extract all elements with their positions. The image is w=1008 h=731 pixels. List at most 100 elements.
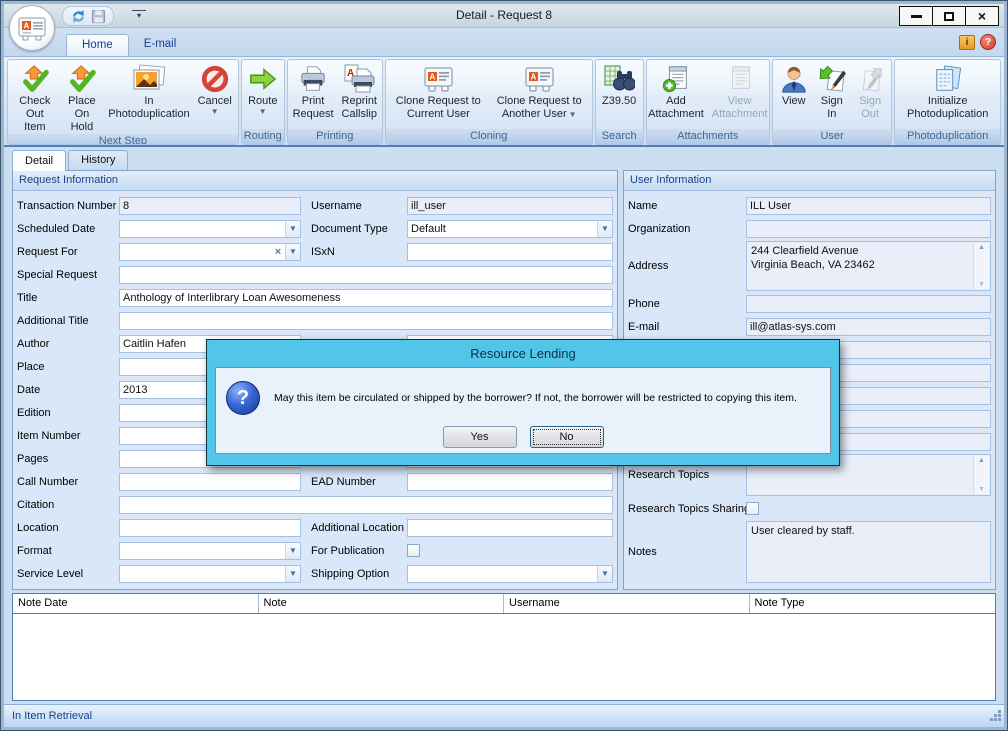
yes-button[interactable]: Yes [443,426,517,448]
ribbon-group-attachments: Add Attachment View Attachment Attachmen… [646,59,770,145]
scrollbar[interactable]: ▲ ▼ [973,456,989,494]
clone-request-another-user-button[interactable]: A Clone Request to Another User▼ [489,61,590,129]
scroll-down-icon[interactable]: ▼ [974,281,989,288]
view-user-button[interactable]: View [775,61,813,129]
field-label: Name [628,200,746,212]
tab-detail[interactable]: Detail [12,150,66,171]
document-type-combobox[interactable]: Default ▼ [407,220,613,238]
dropdown-arrow-icon[interactable]: ▼ [597,566,612,582]
service-level-combobox[interactable]: ▼ [119,565,301,583]
sync-button[interactable] [69,8,87,24]
place-on-hold-button[interactable]: Place On Hold [60,61,105,134]
cancel-button[interactable]: Cancel ▼ [194,61,236,134]
field-label: Transaction Number [17,200,119,212]
minimize-button[interactable] [899,6,933,26]
view-attachment-button[interactable]: View Attachment [708,61,770,129]
field-row: Address 244 Clearfield Avenue Virginia B… [628,240,991,292]
field-row: Transaction Number 8 Username ill_user [17,194,613,217]
tab-home[interactable]: Home [66,34,129,56]
special-request-field[interactable] [119,266,613,284]
scrollbar[interactable]: ▲ ▼ [973,243,989,289]
route-button[interactable]: Route ▼ [244,61,282,129]
dropdown-arrow-icon[interactable]: ▼ [285,566,300,582]
dropdown-arrow-icon[interactable]: ▼ [285,244,300,260]
field-label: Format [17,545,119,557]
clear-icon[interactable]: × [271,246,285,258]
notes-textarea[interactable]: User cleared by staff. [746,521,991,583]
cancel-icon [200,63,230,95]
check-out-item-button[interactable]: Check Out Item [10,61,60,134]
additional-title-field[interactable] [119,312,613,330]
clone-icon: A [421,63,455,95]
close-button[interactable]: × [965,6,999,26]
organization-field[interactable] [746,220,991,238]
notes-table-header: Note Date Note Username Note Type [13,594,995,614]
call-number-field[interactable] [119,473,301,491]
app-menu-button[interactable]: A [9,5,55,51]
initialize-photoduplication-button[interactable]: Initialize Photoduplication [897,61,998,129]
in-photoduplication-button[interactable]: In Photoduplication [104,61,193,134]
field-label: E-mail [628,321,746,333]
no-button[interactable]: No [530,426,604,448]
for-publication-checkbox[interactable] [407,544,420,557]
sign-out-icon [855,63,885,95]
scroll-up-icon[interactable]: ▲ [974,244,989,251]
panel-title: User Information [624,171,995,191]
save-button[interactable] [89,8,107,24]
research-topics-sharing-checkbox[interactable] [746,502,759,515]
isxn-field[interactable] [407,243,613,261]
note-type-column-header[interactable]: Note Type [750,594,996,613]
tab-email[interactable]: E-mail [129,34,192,56]
close-icon: × [978,11,986,21]
phone-field[interactable] [746,295,991,313]
maximize-icon [944,12,954,21]
help-icon[interactable]: ? [980,34,996,50]
sign-out-button[interactable]: Sign Out [851,61,890,129]
request-for-combobox[interactable]: × ▼ [119,243,301,261]
transaction-number-field[interactable]: 8 [119,197,301,215]
question-icon: ? [226,381,260,415]
citation-field[interactable] [119,496,613,514]
format-combobox[interactable]: ▼ [119,542,301,560]
tab-history[interactable]: History [68,150,128,170]
hold-icon [67,63,97,95]
minimize-icon [911,15,922,18]
username-column-header[interactable]: Username [504,594,750,613]
z3950-search-button[interactable]: Z39.50 [598,61,641,129]
clone-request-current-user-button[interactable]: A Clone Request to Current User [388,61,489,129]
name-field[interactable]: ILL User [746,197,991,215]
info-pin-icon[interactable]: i [959,35,975,50]
sign-in-button[interactable]: Sign In [813,61,851,129]
ribbon-group-next-step: Check Out Item Place On Hold [7,59,239,145]
qat-customize-button[interactable]: ▾ [132,10,146,21]
location-field[interactable] [119,519,301,537]
sync-icon [71,9,86,24]
notes-table-body[interactable] [13,614,995,700]
title-field[interactable]: Anthology of Interlibrary Loan Awesomene… [119,289,613,307]
chevron-down-icon: ▼ [211,108,219,115]
field-label: Organization [628,223,746,235]
add-attachment-button[interactable]: Add Attachment [646,61,708,129]
reprint-callslip-button[interactable]: A Reprint Callslip [338,61,381,129]
shipping-option-combobox[interactable]: ▼ [407,565,613,583]
field-row: Location Additional Location [17,516,613,539]
dropdown-arrow-icon[interactable]: ▼ [285,543,300,559]
resize-grip[interactable] [989,709,1002,725]
maximize-button[interactable] [932,6,966,26]
note-date-column-header[interactable]: Note Date [13,594,259,613]
scheduled-date-combobox[interactable]: ▼ [119,220,301,238]
scroll-down-icon[interactable]: ▼ [974,486,989,493]
address-textarea[interactable]: 244 Clearfield Avenue Virginia Beach, VA… [746,241,991,291]
note-column-header[interactable]: Note [259,594,505,613]
field-row: Notes User cleared by staff. [628,520,991,584]
resize-grip-icon [989,709,1002,722]
username-field[interactable]: ill_user [407,197,613,215]
ead-number-field[interactable] [407,473,613,491]
status-text: In Item Retrieval [12,710,92,722]
print-request-button[interactable]: Print Request [289,61,338,129]
email-field[interactable]: ill@atlas-sys.com [746,318,991,336]
dropdown-arrow-icon[interactable]: ▼ [597,221,612,237]
scroll-up-icon[interactable]: ▲ [974,457,989,464]
dropdown-arrow-icon[interactable]: ▼ [285,221,300,237]
additional-location-field[interactable] [407,519,613,537]
